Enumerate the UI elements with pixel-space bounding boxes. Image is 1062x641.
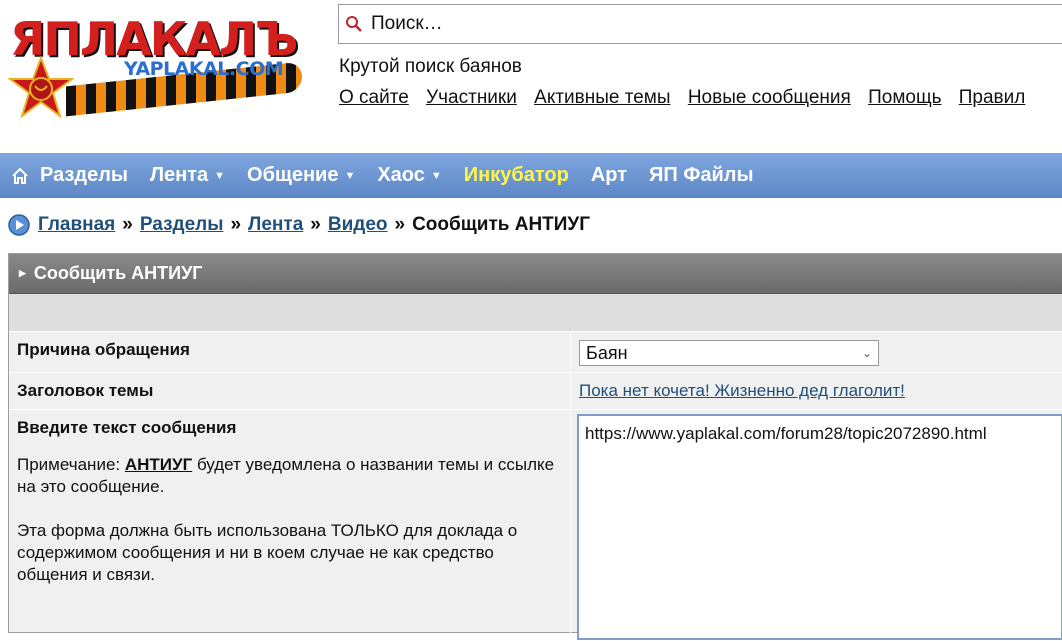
topic-title-link[interactable]: Пока нет кочета! Жизненно дед глаголит! <box>579 381 905 401</box>
chevron-down-icon: ⌄ <box>861 346 872 360</box>
breadcrumb-separator: » <box>122 214 133 235</box>
top-link-members[interactable]: Участники <box>426 87 517 108</box>
nav-item-chaos[interactable]: Хаос ▼ <box>377 164 441 187</box>
breadcrumb-current: Сообщить АНТИУГ <box>412 214 591 235</box>
main-nav: Разделы Лента ▼ Общение ▼ Хаос ▼ Инкубатор … <box>0 153 1062 198</box>
reason-select-value: Баян <box>586 342 628 363</box>
home-icon[interactable] <box>0 153 40 198</box>
report-form-panel: ▶ Сообщить АНТИУГ Причина обращения Баян… <box>8 253 1062 641</box>
red-star-icon <box>8 56 74 118</box>
breadcrumb-separator: » <box>310 214 321 235</box>
reason-label: Причина обращения <box>9 332 571 372</box>
search-icon <box>339 9 369 39</box>
nav-item-communication[interactable]: Общение ▼ <box>247 164 355 187</box>
nav-item-art[interactable]: Арт <box>591 164 627 187</box>
site-logo[interactable]: ЯПЛАКАЛЪ YAPLAKAL.COM <box>6 8 312 118</box>
breadcrumb-home[interactable]: Главная <box>38 214 115 236</box>
message-textarea[interactable]: https://www.yaplakal.com/forum28/topic20… <box>577 414 1062 640</box>
chevron-down-icon: ▼ <box>344 169 356 182</box>
nav-item-sections[interactable]: Разделы <box>40 164 128 187</box>
breadcrumb-video[interactable]: Видео <box>328 214 388 236</box>
top-link-new-posts[interactable]: Новые сообщения <box>688 87 851 108</box>
form-note: Примечание: АНТИУГ будет уведомлена о на… <box>17 454 562 586</box>
topic-label: Заголовок темы <box>9 373 571 409</box>
note-antiug-link[interactable]: АНТИУГ <box>125 455 192 474</box>
chevron-down-icon: ▼ <box>430 169 442 182</box>
logo-domain: YAPLAKAL.COM <box>124 58 284 80</box>
note-usage-warning: Эта форма должна быть использована ТОЛЬК… <box>17 521 518 584</box>
top-link-about[interactable]: О сайте <box>339 87 409 108</box>
breadcrumb-separator: » <box>230 214 242 235</box>
panel-spacer-row <box>9 294 1062 332</box>
breadcrumb: Главная » Разделы » Лента » Видео » Сооб… <box>8 214 590 236</box>
nav-item-feed[interactable]: Лента ▼ <box>150 164 225 187</box>
search-tagline-link[interactable]: Крутой поиск баянов <box>339 56 522 78</box>
panel-header: ▶ Сообщить АНТИУГ <box>9 254 1062 294</box>
top-link-rules[interactable]: Правил <box>959 87 1026 108</box>
chevron-down-icon: ▼ <box>214 169 226 182</box>
note-prefix: Примечание: <box>17 455 125 474</box>
triangle-right-icon: ▶ <box>19 268 26 278</box>
form-row-reason: Причина обращения Баян ⌄ <box>9 332 1062 373</box>
form-row-message: Введите текст сообщения Примечание: АНТИ… <box>9 410 1062 641</box>
top-link-active-topics[interactable]: Активные темы <box>534 87 670 108</box>
form-row-topic: Заголовок темы Пока нет кочета! Жизненно… <box>9 373 1062 410</box>
breadcrumb-separator: » <box>394 214 406 235</box>
search-input[interactable] <box>369 13 1053 35</box>
top-link-help[interactable]: Помощь <box>868 87 941 108</box>
top-links: О сайте Участники Активные темы Новые со… <box>339 87 1037 109</box>
message-label: Введите текст сообщения <box>17 418 237 437</box>
breadcrumb-sections[interactable]: Разделы <box>140 214 224 236</box>
breadcrumb-feed[interactable]: Лента <box>248 214 303 236</box>
nav-item-files[interactable]: ЯП Файлы <box>649 164 754 187</box>
panel-title: Сообщить АНТИУГ <box>33 263 203 283</box>
search-box[interactable] <box>338 4 1062 44</box>
play-circle-icon <box>8 214 30 236</box>
nav-item-incubator[interactable]: Инкубатор <box>464 164 569 187</box>
reason-select[interactable]: Баян ⌄ <box>579 340 879 366</box>
